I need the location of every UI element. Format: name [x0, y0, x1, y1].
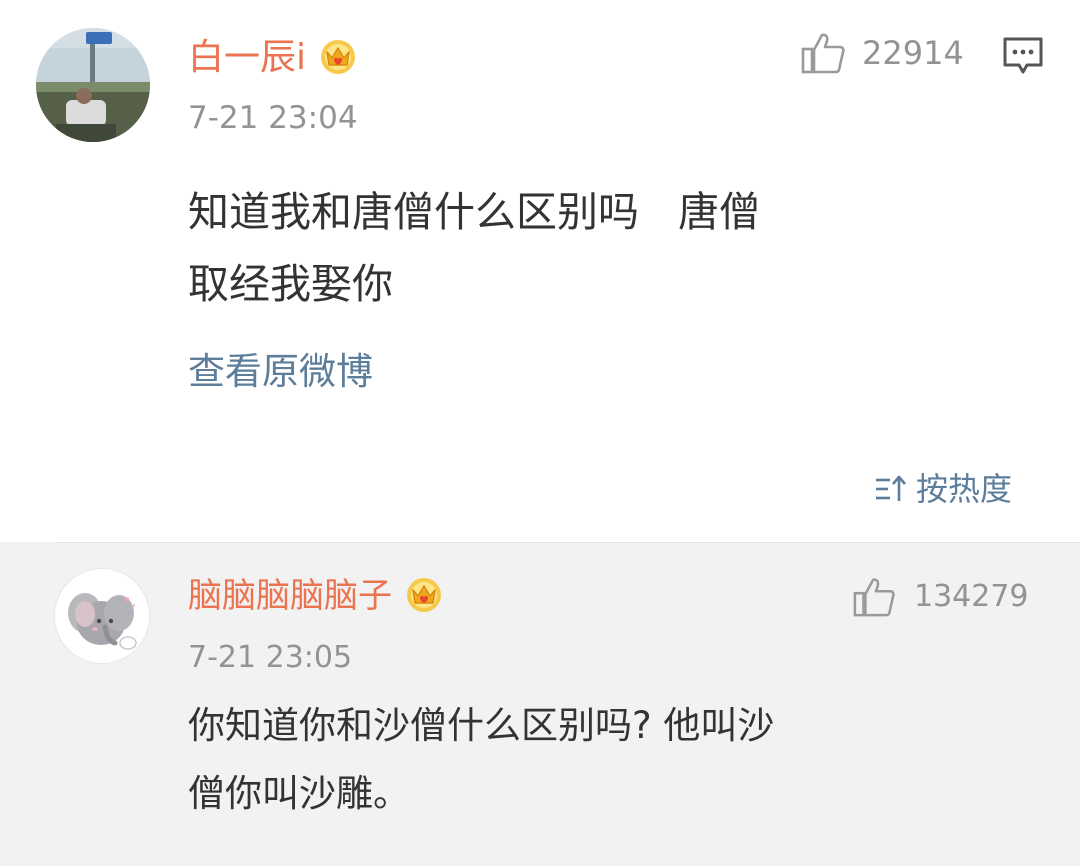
post-username[interactable]: 白一辰i — [188, 30, 306, 86]
comment-button[interactable] — [1002, 36, 1044, 76]
elephant-icon — [55, 569, 149, 663]
post-timestamp: 7-21 23:04 — [188, 100, 358, 136]
comment-avatar[interactable] — [54, 568, 150, 664]
post-like-button[interactable]: 22914 — [800, 30, 964, 76]
original-post: 白一辰i 7-21 23:04 22914 知道我和唐僧什么区别吗 唐僧 取经我… — [0, 0, 1080, 540]
comment-like-button[interactable]: 134279 — [852, 574, 1029, 620]
comment-author-row: 脑脑脑脑脑子 — [188, 570, 444, 622]
divider — [56, 542, 1080, 543]
thumbs-up-icon — [801, 33, 845, 74]
sort-icon — [876, 475, 906, 501]
crown-icon[interactable] — [404, 574, 444, 618]
post-avatar[interactable] — [36, 28, 150, 142]
sort-by-hot-button[interactable]: 按热度 — [874, 466, 1012, 512]
crown-icon[interactable] — [318, 36, 358, 80]
comment-icon — [1003, 37, 1043, 74]
comment-timestamp: 7-21 23:05 — [188, 640, 353, 675]
comment-like-count: 134279 — [914, 579, 1029, 614]
avatar-photo-icon — [36, 28, 150, 142]
post-content: 知道我和唐僧什么区别吗 唐僧 取经我娶你 — [188, 188, 761, 308]
comment-username[interactable]: 脑脑脑脑脑子 — [188, 570, 392, 622]
post-like-count: 22914 — [862, 34, 964, 72]
comment-content: 你知道你和沙僧什么区别吗? 他叫沙 僧你叫沙雕。 — [188, 704, 775, 815]
view-original-link[interactable]: 查看原微博 — [188, 346, 373, 398]
sort-label: 按热度 — [916, 470, 1013, 508]
post-author-row: 白一辰i — [188, 30, 358, 86]
comment-item: 脑脑脑脑脑子 7-21 23:05 134279 你知道你和沙僧什么区别吗? 他… — [0, 542, 1080, 866]
thumbs-up-icon — [853, 578, 895, 617]
